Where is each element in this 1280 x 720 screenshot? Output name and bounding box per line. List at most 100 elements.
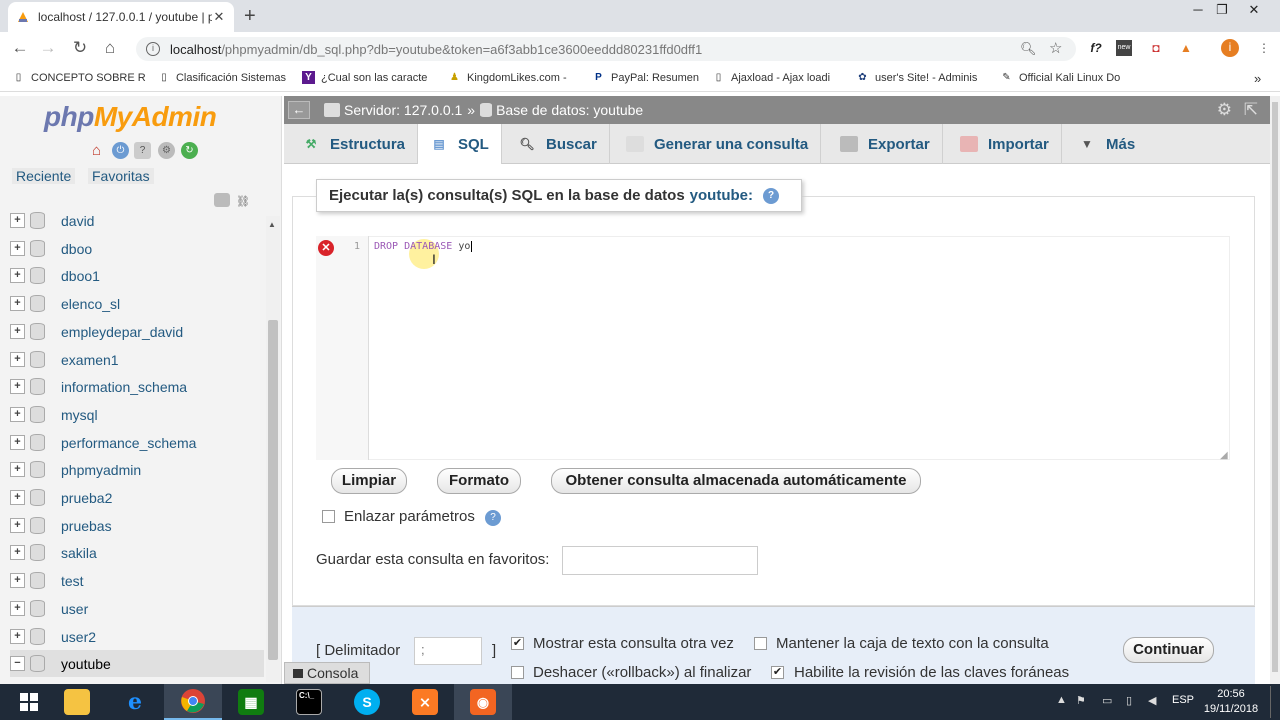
reload-icon[interactable]: ↻ — [70, 38, 90, 58]
tray-flag-icon[interactable]: ⚑ — [1076, 694, 1086, 707]
bookmark-item[interactable]: ♟ KingdomLikes.com - — [448, 71, 572, 84]
bookmark-star-icon[interactable]: ☆ — [1049, 39, 1062, 57]
expand-icon[interactable]: + — [10, 241, 25, 256]
tray-language[interactable]: ESP — [1172, 694, 1194, 706]
help-icon[interactable]: ? — [485, 510, 501, 526]
continue-button[interactable]: Continuar — [1123, 637, 1214, 663]
collapse-nav-arrow-icon[interactable]: ← — [288, 101, 310, 119]
bookmark-item[interactable]: ▯ Ajaxload - Ajax loadi — [712, 71, 840, 84]
database-item[interactable]: + user2 — [10, 623, 264, 650]
tray-network-icon[interactable]: ▭ — [1102, 694, 1112, 707]
expand-icon[interactable]: + — [10, 629, 25, 644]
database-item[interactable]: − youtube — [10, 650, 264, 677]
database-item[interactable]: + sakila — [10, 539, 264, 566]
database-item[interactable]: + performance_schema — [10, 429, 264, 456]
keep-textbox-checkbox[interactable] — [754, 637, 767, 650]
expand-icon[interactable]: + — [10, 601, 25, 616]
tray-battery-icon[interactable]: ▯ — [1126, 694, 1132, 707]
help-icon[interactable]: ? — [763, 187, 779, 204]
tab-estructura[interactable]: ⚒ Estructura — [290, 124, 419, 164]
database-item[interactable]: + user — [10, 595, 264, 622]
profile-avatar[interactable]: i — [1221, 39, 1239, 57]
extension-shield-icon[interactable]: ◘ — [1148, 40, 1164, 56]
page-settings-gear-icon[interactable]: ⚙ — [1217, 100, 1232, 120]
database-item[interactable]: + test — [10, 567, 264, 594]
tab-close-icon[interactable]: ✕ — [212, 9, 226, 25]
address-bar[interactable]: i localhost/phpmyadmin/db_sql.php?db=you… — [136, 37, 1076, 61]
tray-chevron-up-icon[interactable]: ▲ — [1056, 694, 1067, 706]
extension-new-icon[interactable]: new — [1116, 40, 1132, 56]
database-item[interactable]: + dboo — [10, 235, 264, 262]
menu-icon[interactable]: ⋮ — [1256, 40, 1272, 56]
home-icon[interactable]: ⌂ — [88, 142, 105, 159]
reload-nav-icon[interactable]: ↻ — [181, 142, 198, 159]
page-scrollbar[interactable] — [1270, 96, 1280, 684]
favorite-name-input[interactable] — [562, 546, 758, 575]
browser-tab[interactable]: localhost / 127.0.0.1 / youtube | p ✕ — [8, 2, 234, 32]
format-button[interactable]: Formato — [437, 468, 521, 494]
forward-arrow-icon[interactable]: → — [38, 38, 58, 58]
settings-gear-icon[interactable]: ⚙ — [158, 142, 175, 159]
database-item[interactable]: + phpmyadmin — [10, 456, 264, 483]
expand-icon[interactable]: + — [10, 213, 25, 228]
bookmark-item[interactable]: ✎ Official Kali Linux Do — [1000, 71, 1130, 84]
expand-icon[interactable]: + — [10, 268, 25, 283]
nav-scrollbar[interactable] — [266, 216, 280, 682]
sql-code-line[interactable]: DROP DATABASE yo — [374, 241, 473, 252]
console-toggle[interactable]: Consola — [284, 662, 370, 684]
page-scrollbar-thumb[interactable] — [1272, 102, 1278, 672]
bookmark-item[interactable]: P PayPal: Resumen — [592, 71, 700, 84]
taskbar-skype[interactable]: S — [338, 684, 396, 720]
taskbar-file-explorer[interactable] — [48, 684, 106, 720]
expand-icon[interactable]: + — [10, 379, 25, 394]
database-item[interactable]: + david — [10, 207, 264, 234]
expand-icon[interactable]: + — [10, 352, 25, 367]
more-bookmarks-icon[interactable]: » — [1254, 71, 1268, 86]
database-item[interactable]: + mysql — [10, 401, 264, 428]
bookmark-item[interactable]: ✿ user's Site! - Adminis — [856, 71, 986, 84]
expand-icon[interactable]: + — [10, 324, 25, 339]
expand-icon[interactable]: + — [10, 518, 25, 533]
docs-icon[interactable]: ? — [134, 142, 151, 159]
expand-icon[interactable]: + — [10, 296, 25, 311]
tab-buscar[interactable]: 🔍︎ Buscar — [506, 124, 610, 164]
show-query-checkbox[interactable]: ✔ — [511, 637, 524, 650]
bookmark-item[interactable]: ▯ CONCEPTO SOBRE R — [12, 71, 152, 84]
database-item[interactable]: + information_schema — [10, 373, 264, 400]
taskbar-store[interactable]: ▦ — [222, 684, 280, 720]
database-item[interactable]: + examen1 — [10, 346, 264, 373]
extension-fx-icon[interactable]: f? — [1088, 40, 1104, 56]
tab-importar[interactable]: Importar — [948, 124, 1062, 164]
logout-icon[interactable]: ⏻ — [112, 142, 129, 159]
tab-exportar[interactable]: Exportar — [828, 124, 943, 164]
resize-handle-icon[interactable]: ◢ — [1220, 450, 1228, 461]
bookmark-item[interactable]: ▯ Clasificación Sistemas — [158, 71, 286, 84]
syntax-error-icon[interactable]: ✕ — [318, 240, 334, 256]
breadcrumb-database[interactable]: Base de datos: youtube — [480, 102, 643, 118]
database-item[interactable]: + empleydepar_david — [10, 318, 264, 345]
taskbar-recorder[interactable]: ◉ — [454, 684, 512, 720]
tray-volume-icon[interactable]: ◀ — [1148, 694, 1156, 707]
taskbar-xampp[interactable]: ⨯ — [396, 684, 454, 720]
collapse-icon[interactable]: − — [10, 656, 25, 671]
expand-icon[interactable]: + — [10, 407, 25, 422]
tab-sql[interactable]: ▤ SQL — [418, 124, 502, 164]
bookmark-item[interactable]: Y ¿Cual son las caracte — [302, 71, 428, 84]
expand-icon[interactable]: + — [10, 545, 25, 560]
phpmyadmin-logo[interactable]: phpMyAdmin — [44, 101, 217, 133]
collapse-header-icon[interactable]: ⇱ — [1244, 100, 1258, 120]
recent-tables-link[interactable]: Reciente — [12, 168, 76, 184]
sql-editor[interactable] — [316, 236, 1230, 460]
back-arrow-icon[interactable]: ← — [10, 38, 30, 58]
close-window-icon[interactable]: ✕ — [1240, 2, 1268, 22]
expand-icon[interactable]: + — [10, 435, 25, 450]
legend-db-link[interactable]: youtube: — [690, 187, 753, 204]
fk-checks-checkbox[interactable]: ✔ — [771, 666, 784, 679]
zoom-icon[interactable]: 🔍︎ — [1020, 41, 1037, 57]
scroll-up-icon[interactable]: ▲ — [268, 220, 276, 229]
maximize-window-icon[interactable]: ❐ — [1208, 2, 1236, 22]
rollback-checkbox[interactable] — [511, 666, 524, 679]
delimiter-input[interactable]: ; — [414, 637, 482, 665]
taskbar-chrome[interactable] — [164, 684, 222, 720]
expand-icon[interactable]: + — [10, 462, 25, 477]
